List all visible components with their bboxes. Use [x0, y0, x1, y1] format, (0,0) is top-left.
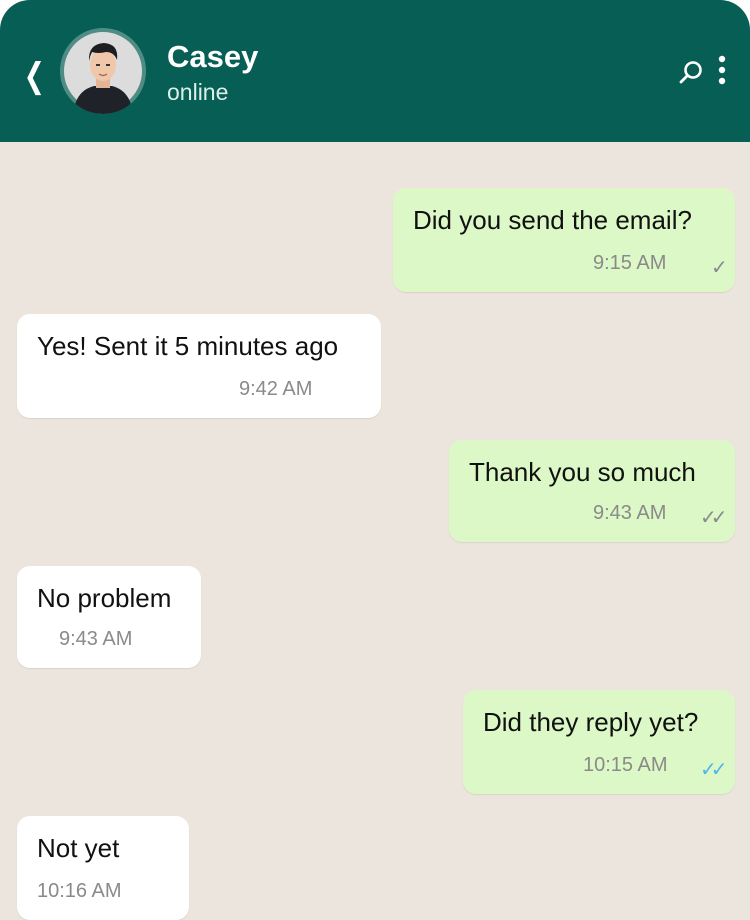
message-incoming[interactable]: Yes! Sent it 5 minutes ago 9:42 AM: [17, 314, 381, 418]
search-icon: [679, 61, 702, 84]
more-options-button[interactable]: [710, 54, 734, 88]
message-text: Yes! Sent it 5 minutes ago: [37, 331, 339, 361]
message-text: Did they reply yet?: [483, 707, 699, 737]
chevron-left-icon: ❮: [23, 57, 45, 95]
message-time: 10:16 AM: [37, 880, 122, 902]
message-outgoing[interactable]: Did you send the email? 9:15 AM ✓: [393, 188, 735, 292]
message-time: 9:43 AM: [59, 628, 133, 650]
message-time: 10:15 AM: [583, 754, 668, 776]
contact-status: online: [167, 79, 229, 105]
chat-screen: ❮ Casey online Did you send the email? 9…: [0, 0, 750, 920]
message-outgoing[interactable]: Did they reply yet? 10:15 AM ✓✓: [463, 690, 735, 794]
contact-name[interactable]: Casey: [167, 38, 258, 76]
message-incoming[interactable]: Not yet 10:16 AM: [17, 816, 189, 920]
more-vertical-icon: [718, 55, 726, 85]
back-button[interactable]: ❮: [24, 56, 45, 96]
read-ticks-icon: ✓✓: [700, 759, 727, 781]
delivered-ticks-icon: ✓✓: [700, 507, 727, 529]
message-text: Did you send the email?: [413, 205, 692, 235]
sent-tick-icon: ✓: [711, 257, 728, 279]
avatar[interactable]: [60, 28, 146, 114]
message-text: No problem: [37, 583, 172, 613]
message-text: Not yet: [37, 833, 120, 863]
message-text: Thank you so much: [469, 457, 696, 487]
person-icon: [60, 28, 146, 114]
message-time: 9:42 AM: [239, 378, 313, 400]
message-outgoing[interactable]: Thank you so much 9:43 AM ✓✓: [449, 440, 735, 542]
message-incoming[interactable]: No problem 9:43 AM: [17, 566, 201, 668]
message-time: 9:43 AM: [593, 502, 667, 524]
chat-header: ❮ Casey online: [0, 0, 750, 142]
search-button[interactable]: [676, 58, 710, 92]
message-time: 9:15 AM: [593, 252, 667, 274]
